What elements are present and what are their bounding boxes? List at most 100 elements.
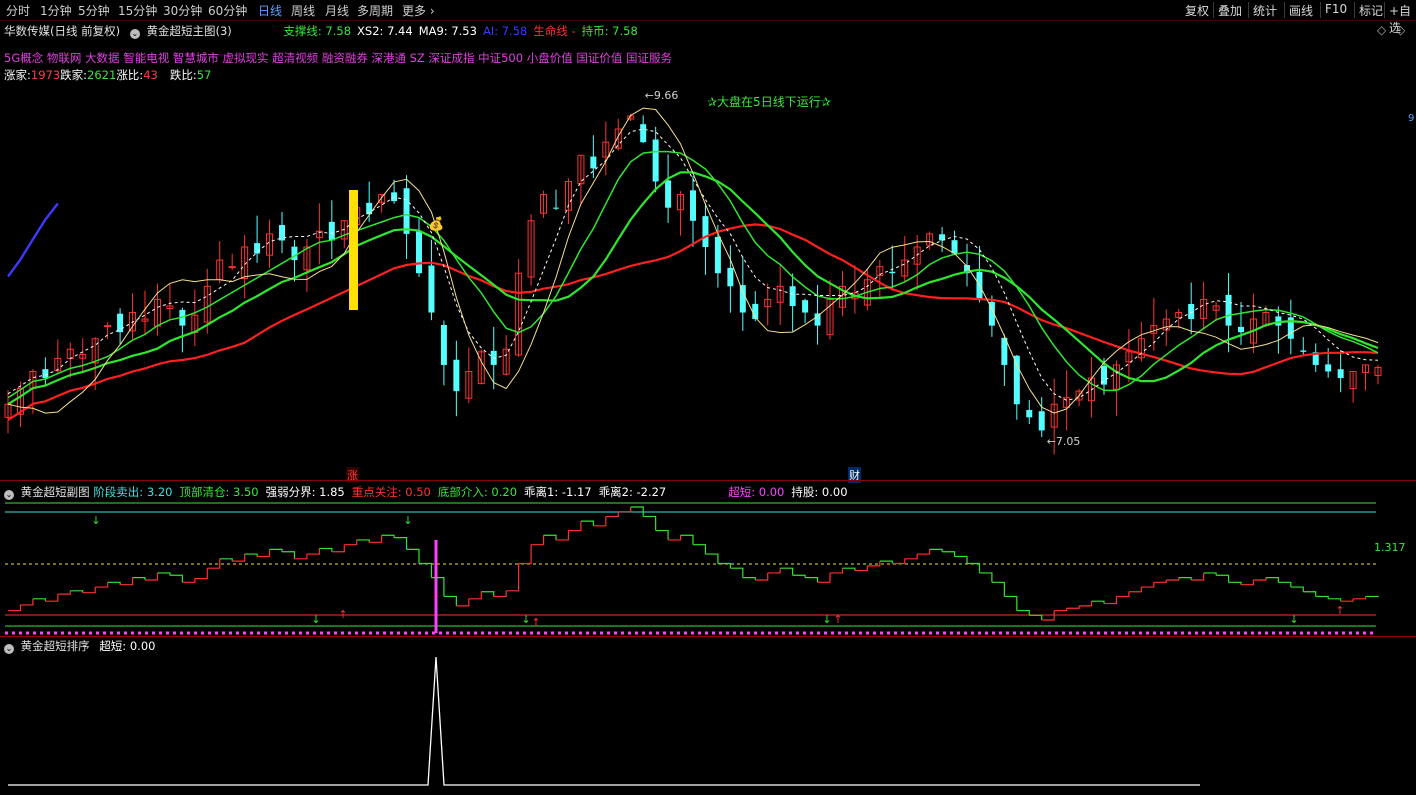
settings-diamond-icon[interactable]: ◇	[1377, 23, 1386, 37]
oscillator-step	[1216, 574, 1230, 583]
sell-arrow: ↓	[403, 514, 412, 527]
indicator-value-4: 底部介入: 0.20	[437, 485, 518, 499]
rank-indicator-menu-icon[interactable]: ⌄	[4, 644, 14, 654]
oscillator-step	[1353, 596, 1367, 600]
candle-down	[403, 188, 410, 234]
oscillator-step	[954, 555, 968, 564]
sub-indicator-values: 阶段卖出: 3.20 顶部清仓: 3.50 强弱分界: 1.85 重点关注: 0.50…	[93, 485, 854, 499]
oscillator-step	[493, 590, 507, 598]
oscillator-step	[531, 535, 545, 546]
ma9-line	[7, 128, 1379, 401]
indicator-value-1: XS2: 7.44	[357, 24, 413, 38]
indicator-value-3: AI: 7.58	[482, 24, 528, 38]
indicator-value-1: 顶部清仓: 3.50	[179, 485, 259, 499]
oscillator-step	[643, 515, 657, 531]
oscillator-step	[543, 534, 557, 540]
candle-down	[1325, 364, 1332, 372]
sub-indicator-name[interactable]: 黄金超短副图	[21, 485, 90, 499]
candle-down	[254, 243, 261, 254]
money-bag-icon[interactable]: 💰	[428, 217, 444, 232]
candle-down	[789, 286, 796, 306]
indicator-menu-icon[interactable]: ⌄	[129, 29, 140, 39]
candle-down	[889, 271, 896, 274]
candle-down	[428, 265, 435, 313]
oscillator-step	[1253, 577, 1267, 581]
oscillator-step	[1303, 591, 1317, 597]
buy-arrow: ↑	[833, 613, 842, 626]
oscillator-step	[120, 577, 134, 586]
candle-down	[727, 267, 734, 287]
rank-indicator-name[interactable]: 黄金超短排序	[21, 639, 90, 653]
oscillator-step	[1340, 598, 1354, 602]
candle-down	[328, 221, 335, 241]
indicator-value-5: 乖离1: -1.17	[524, 485, 592, 499]
stat-value-0: 1973	[30, 68, 61, 82]
oscillator-step	[942, 551, 956, 557]
oscillator-step	[830, 568, 844, 574]
oscillator-step	[767, 568, 781, 574]
oscillator-step	[8, 604, 22, 612]
candle-down	[1337, 369, 1344, 379]
oscillator-step	[780, 567, 794, 576]
oscillator-step	[580, 520, 594, 526]
close-panel-icon[interactable]: ◇	[1396, 23, 1405, 37]
low-price-label: ←7.05	[1047, 435, 1081, 448]
candle-down	[416, 231, 422, 274]
oscillator-step	[1290, 586, 1304, 592]
oscillator-step	[381, 534, 395, 538]
oscillator-step	[1116, 591, 1130, 598]
candle-down	[714, 236, 721, 274]
oscillator-step	[331, 544, 345, 553]
candle-down	[42, 369, 49, 379]
candle-down	[590, 156, 597, 169]
candle-up	[104, 325, 112, 328]
oscillator-step	[518, 544, 532, 565]
stat-label-0: 涨家:	[4, 68, 31, 82]
oscillator-step	[556, 530, 570, 541]
oscillator-step	[1104, 596, 1118, 605]
oscillator-step	[817, 572, 831, 583]
xs2-line	[7, 107, 1379, 414]
oscillator-step	[1141, 582, 1155, 588]
indicator-value-0: 阶段卖出: 3.20	[93, 485, 173, 499]
oscillator-step	[929, 548, 943, 552]
oscillator-step	[232, 554, 246, 562]
sell-arrow: ↓	[1289, 613, 1298, 626]
indicator-value-5: 持币: 7.58	[581, 24, 638, 38]
oscillator-step	[680, 534, 694, 545]
oscillator-step	[294, 554, 308, 560]
oscillator-step	[693, 544, 707, 555]
candle-down	[1300, 350, 1307, 352]
oscillator-step	[842, 567, 856, 571]
sell-arrow: ↓	[521, 613, 530, 626]
indicator-value-7: 超短: 0.00	[728, 485, 785, 499]
oscillator-step	[82, 587, 96, 594]
oscillator-step	[705, 553, 719, 564]
candle-down	[640, 124, 647, 143]
sell-arrow: ↓	[822, 613, 831, 626]
oscillator-step	[879, 560, 893, 564]
oscillator-step	[904, 554, 918, 560]
oscillator-step	[730, 567, 744, 578]
indicator-value-6: 乖离2: -2.27	[598, 485, 667, 499]
candle-down	[739, 285, 746, 313]
main-indicator-name[interactable]: 黄金超短主图(3)	[146, 24, 231, 38]
oscillator-step	[443, 595, 457, 606]
sub-indicator-menu-icon[interactable]: ⌄	[4, 490, 14, 500]
oscillator-step	[792, 574, 806, 578]
oscillator-step	[991, 581, 1005, 597]
oscillator-step	[1178, 577, 1192, 580]
indicator-value-2: MA9: 7.53	[418, 24, 477, 38]
oscillator-step	[1241, 579, 1255, 586]
panel-divider-1	[0, 480, 1416, 481]
oscillator-step	[319, 547, 333, 552]
oscillator-step	[1365, 595, 1379, 598]
high-price-label: ←9.66	[645, 89, 679, 102]
oscillator-step	[1091, 600, 1105, 604]
stat-label-2: 涨比:	[116, 68, 144, 82]
oscillator-step	[394, 537, 408, 550]
sub-panel-header: ⌄ 黄金超短副图 阶段卖出: 3.20 顶部清仓: 3.50 强弱分界: 1.85 重…	[4, 484, 855, 500]
oscillator-step	[854, 565, 868, 572]
candle-down	[453, 359, 460, 392]
oscillator-step	[755, 572, 769, 581]
